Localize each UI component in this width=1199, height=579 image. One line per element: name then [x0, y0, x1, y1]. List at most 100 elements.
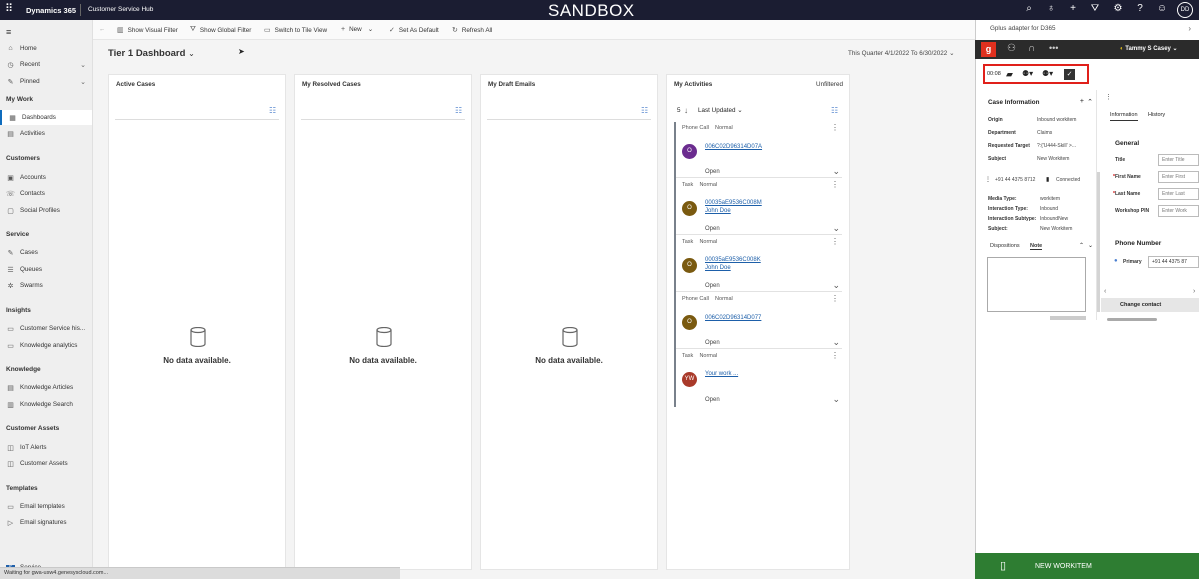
chevron-right-icon[interactable]: ›: [1188, 24, 1191, 33]
more-icon[interactable]: ⋮: [831, 180, 839, 189]
chevron-down-icon[interactable]: ⌄: [832, 280, 840, 291]
nav-customer-assets[interactable]: ◫ Customer Assets: [0, 456, 92, 471]
nav-knowledge-search[interactable]: ▥ Knowledge Search: [0, 397, 92, 412]
chevron-up-icon[interactable]: ⌃: [1079, 242, 1084, 249]
sort-selector[interactable]: Last Updated ⌄: [698, 107, 743, 114]
hamburger-icon[interactable]: ≡: [0, 24, 92, 39]
nav-activities[interactable]: ▤ Activities: [0, 126, 92, 141]
nav-dashboards[interactable]: ▦ Dashboards: [0, 110, 92, 125]
tab-information[interactable]: Information: [1110, 112, 1138, 121]
nav-social-profiles[interactable]: ▢ Social Profiles: [0, 203, 92, 218]
tab-history[interactable]: History: [1148, 112, 1165, 118]
contacts-icon[interactable]: ⚇: [1007, 43, 1016, 54]
tab-dispositions[interactable]: Dispositions: [990, 243, 1020, 249]
filter-icon[interactable]: ⛛: [1088, 3, 1102, 15]
list-item[interactable]: Task Normal ⋮ O 00035aE9536C008M John Do…: [674, 179, 842, 236]
show-global-filter-button[interactable]: ⛛ Show Global Filter: [190, 26, 251, 34]
more-icon[interactable]: ⋮: [831, 351, 839, 360]
help-icon[interactable]: ?: [1133, 3, 1147, 15]
more-icon[interactable]: ⋮: [985, 176, 991, 183]
user-avatar[interactable]: DD: [1177, 2, 1193, 18]
brand-name[interactable]: Dynamics 365: [26, 6, 76, 15]
smiley-icon[interactable]: ☺: [1155, 3, 1169, 15]
switch-tile-view-button[interactable]: ▭ Switch to Tile View: [264, 26, 327, 35]
list-filter-icon[interactable]: ☷: [269, 106, 276, 115]
gear-icon[interactable]: ⚙: [1111, 3, 1125, 15]
show-visual-filter-button[interactable]: ▥ Show Visual Filter: [117, 26, 178, 35]
done-check-icon[interactable]: ✓: [1064, 69, 1075, 80]
new-workitem-button[interactable]: ▯ NEW WORKITEM: [975, 553, 1199, 579]
nav-swarms[interactable]: ✲ Swarms: [0, 278, 92, 293]
plus-icon[interactable]: +: [1080, 98, 1084, 105]
chevron-right-icon[interactable]: ›: [1193, 288, 1195, 295]
more-icon[interactable]: ⋮: [831, 294, 839, 303]
nav-recent[interactable]: ◷ Recent ⌄: [0, 57, 92, 72]
last-name-input[interactable]: Enter Last: [1158, 188, 1199, 200]
note-textarea[interactable]: [987, 257, 1086, 312]
consult-user-icon[interactable]: ⚉▾: [1042, 69, 1053, 78]
nav-email-templates[interactable]: ▭ Email templates: [0, 499, 92, 514]
more-icon[interactable]: •••: [1049, 43, 1058, 53]
sort-direction-icon[interactable]: ↓: [684, 106, 688, 115]
list-filter-icon[interactable]: ☷: [641, 106, 648, 115]
app-name[interactable]: Customer Service Hub: [88, 6, 153, 13]
back-arrow-icon[interactable]: ←: [99, 26, 105, 33]
headset-icon[interactable]: ∩: [1028, 43, 1035, 54]
list-item[interactable]: Phone Call Normal ⋮ O 006C02D96314D077 O…: [674, 293, 842, 350]
transfer-user-icon[interactable]: ⚉▾: [1022, 69, 1033, 78]
more-icon[interactable]: ⋮: [831, 237, 839, 246]
activity-regarding-link[interactable]: John Doe: [705, 208, 731, 214]
app-launcher-icon[interactable]: ⠿: [5, 4, 13, 15]
workshop-pin-input[interactable]: Enter Work: [1158, 205, 1199, 217]
chevron-down-icon[interactable]: ⌄: [832, 166, 840, 177]
more-icon[interactable]: ⋮: [1105, 93, 1112, 101]
nav-contacts[interactable]: ☏ Contacts: [0, 186, 92, 201]
change-contact-button[interactable]: Change contact: [1101, 298, 1199, 312]
lightbulb-icon[interactable]: ♁: [1044, 3, 1058, 15]
agent-status[interactable]: ◐ Tammy S Casey ⌄: [1120, 45, 1178, 52]
list-item[interactable]: Phone Call Normal ⋮ O 006C02D96314D07A O…: [674, 122, 842, 179]
date-range-selector[interactable]: This Quarter 4/1/2022 To 6/30/2022 ⌄: [848, 50, 954, 57]
set-as-default-button[interactable]: ✓ Set As Default: [389, 26, 439, 35]
vertical-scrollbar[interactable]: [1097, 172, 1100, 312]
nav-queues[interactable]: ☰ Queues: [0, 262, 92, 277]
first-name-input[interactable]: Enter First: [1158, 171, 1199, 183]
nav-iot-alerts[interactable]: ◫ IoT Alerts: [0, 440, 92, 455]
nav-home[interactable]: ⌂ Home: [0, 41, 92, 56]
list-item[interactable]: Task Normal ⋮ YW Your work ... Open ⌄: [674, 350, 842, 407]
more-icon[interactable]: ⋮: [831, 123, 839, 132]
nav-email-signatures[interactable]: ▷ Email signatures: [0, 515, 92, 530]
chevron-left-icon[interactable]: ‹: [1104, 288, 1106, 295]
folder-icon[interactable]: ▰: [1006, 69, 1013, 80]
list-filter-icon[interactable]: ☷: [455, 106, 462, 115]
dashboard-selector[interactable]: Tier 1 Dashboard ⌄: [108, 48, 195, 59]
nav-pinned[interactable]: ✎ Pinned ⌄: [0, 74, 92, 89]
nav-cases[interactable]: ✎ Cases: [0, 245, 92, 260]
horizontal-scrollbar[interactable]: [1107, 318, 1157, 321]
plus-icon[interactable]: +: [1066, 3, 1080, 15]
search-icon[interactable]: ⌕: [1022, 3, 1036, 15]
new-button[interactable]: + New ⌄: [341, 26, 373, 33]
title-input[interactable]: Enter Title: [1158, 154, 1199, 166]
activity-regarding-link[interactable]: John Doe: [705, 265, 731, 271]
nav-knowledge-analytics[interactable]: ▭ Knowledge analytics: [0, 338, 92, 353]
activity-link[interactable]: 006C02D96314D077: [705, 315, 761, 321]
list-item[interactable]: Task Normal ⋮ O 00035aE9536C008K John Do…: [674, 236, 842, 293]
chevron-up-icon[interactable]: ⌃: [1087, 98, 1093, 106]
nav-customer-service-historical[interactable]: ▭ Customer Service his...: [0, 321, 92, 336]
nav-accounts[interactable]: ▣ Accounts: [0, 170, 92, 185]
chevron-down-icon[interactable]: ⌄: [832, 394, 840, 405]
radio-selected-icon[interactable]: ●: [1114, 258, 1118, 264]
chevron-down-icon[interactable]: ⌄: [1088, 242, 1093, 249]
list-filter-icon[interactable]: ☷: [831, 106, 838, 115]
chevron-down-icon[interactable]: ⌄: [832, 337, 840, 348]
chevron-down-icon[interactable]: ⌄: [832, 223, 840, 234]
activity-link[interactable]: Your work ...: [705, 371, 738, 377]
activity-link[interactable]: 006C02D96314D07A: [705, 144, 762, 150]
tab-note[interactable]: Note: [1030, 243, 1043, 250]
activity-link[interactable]: 00035aE9536C008K: [705, 257, 761, 263]
primary-phone-input[interactable]: +91 44 4375 87: [1148, 256, 1199, 268]
save-note-button[interactable]: [1050, 316, 1086, 320]
activity-link[interactable]: 00035aE9536C008M: [705, 200, 762, 206]
nav-knowledge-articles[interactable]: ▤ Knowledge Articles: [0, 380, 92, 395]
